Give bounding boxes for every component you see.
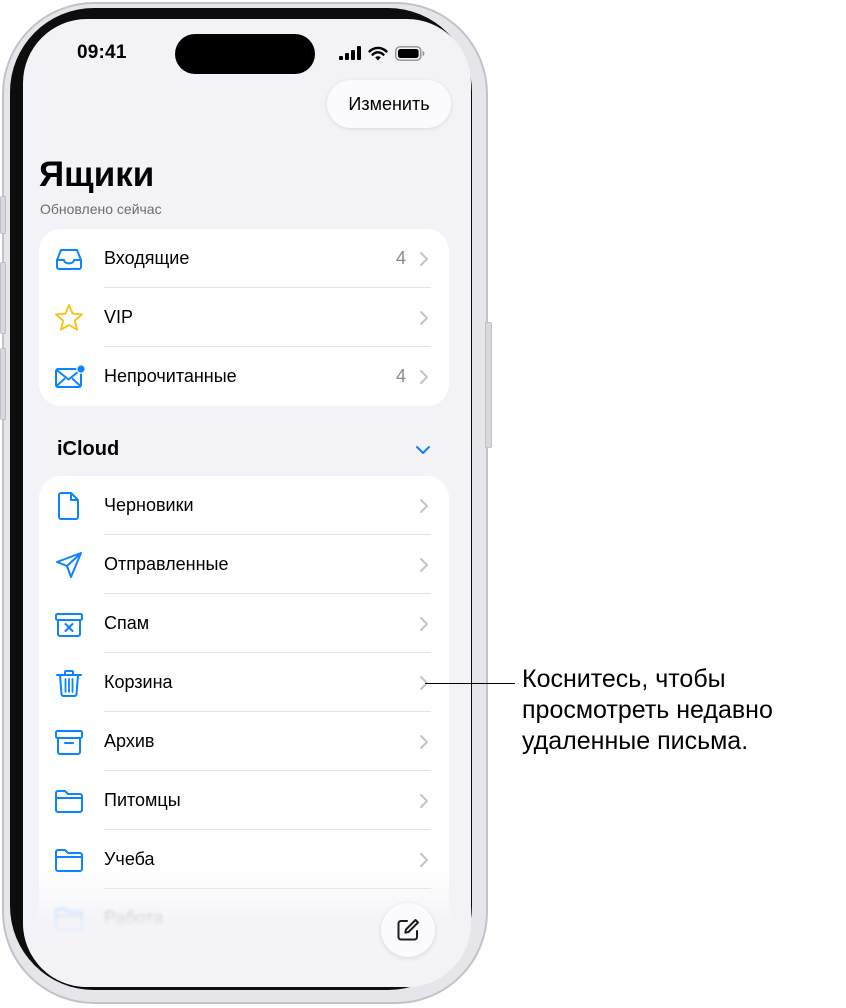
phone-screen: 09:41 Изменить Ящики Обновлено сейчас Вх… xyxy=(23,19,471,987)
side-power-button xyxy=(485,322,492,448)
mailbox-row-inbox[interactable]: Входящие 4 xyxy=(39,229,449,288)
archive-box-icon xyxy=(55,730,83,755)
mailbox-row-vip[interactable]: VIP xyxy=(39,288,449,347)
mailbox-label: Работа xyxy=(104,908,164,928)
callout-line: Коснитесь, чтобы xyxy=(522,665,726,693)
mailbox-row-pets[interactable]: Питомцы xyxy=(39,771,449,830)
trash-icon xyxy=(56,670,82,697)
page-title: Ящики xyxy=(39,155,155,194)
mailbox-row-sent[interactable]: Отправленные xyxy=(39,535,449,594)
chevron-right-icon xyxy=(420,252,428,266)
folder-icon xyxy=(55,790,83,813)
account-section-title[interactable]: iCloud xyxy=(57,438,119,461)
volume-up-button xyxy=(0,262,6,334)
compose-button[interactable] xyxy=(381,903,435,957)
cellular-signal-icon xyxy=(339,46,361,60)
callout-line: просмотреть недавно xyxy=(522,696,773,724)
unread-envelope-icon xyxy=(55,364,85,388)
chevron-right-icon xyxy=(420,499,428,513)
mailbox-label: Черновики xyxy=(104,495,194,515)
callout-line: удаленные письма. xyxy=(522,727,749,755)
chevron-right-icon xyxy=(420,735,428,749)
mailbox-label: Корзина xyxy=(104,672,173,692)
chevron-right-icon xyxy=(420,617,428,631)
mailbox-label: VIP xyxy=(104,307,134,327)
wifi-icon xyxy=(368,46,388,60)
mailbox-label: Питомцы xyxy=(104,790,181,810)
chevron-right-icon xyxy=(420,853,428,867)
inbox-tray-icon xyxy=(56,249,82,270)
status-time: 09:41 xyxy=(77,42,127,63)
compose-icon xyxy=(397,919,419,941)
dynamic-island xyxy=(175,34,315,74)
unread-count: 4 xyxy=(395,366,406,386)
mailbox-label: Входящие xyxy=(104,248,190,268)
folder-icon xyxy=(55,849,83,872)
mailbox-row-trash[interactable]: Корзина xyxy=(39,653,449,712)
mailbox-label: Архив xyxy=(104,731,155,751)
battery-icon xyxy=(395,45,425,61)
mailbox-row-study[interactable]: Учеба xyxy=(39,830,449,889)
chevron-right-icon xyxy=(420,311,428,325)
mailbox-label: Отправленные xyxy=(104,554,229,574)
mailbox-row-drafts[interactable]: Черновики xyxy=(39,476,449,535)
unread-count: 4 xyxy=(395,248,406,268)
folder-icon xyxy=(55,908,83,931)
update-status: Обновлено сейчас xyxy=(40,201,162,217)
smart-mailboxes-list: Входящие 4 VIP Непрочитанные 4 xyxy=(39,229,449,406)
chevron-right-icon xyxy=(420,558,428,572)
chevron-right-icon xyxy=(420,370,428,384)
chevron-down-icon[interactable] xyxy=(415,445,431,455)
mailbox-row-junk[interactable]: Спам xyxy=(39,594,449,653)
callout-leader-line xyxy=(425,683,515,684)
chevron-right-icon xyxy=(420,794,428,808)
mailbox-label: Учеба xyxy=(104,849,155,869)
paper-plane-icon xyxy=(56,552,82,578)
mailbox-label: Спам xyxy=(104,613,150,633)
status-icons xyxy=(339,45,425,61)
action-button xyxy=(0,196,6,234)
mailbox-label: Непрочитанные xyxy=(104,366,237,386)
mailbox-row-unread[interactable]: Непрочитанные 4 xyxy=(39,347,449,406)
mailbox-row-archive[interactable]: Архив xyxy=(39,712,449,771)
volume-down-button xyxy=(0,348,6,420)
junk-box-icon xyxy=(55,613,83,637)
document-icon xyxy=(58,492,79,520)
callout-annotation: Коснитесь, чтобы просмотреть недавно уда… xyxy=(522,664,842,757)
star-icon xyxy=(55,304,83,331)
edit-button[interactable]: Изменить xyxy=(327,80,451,128)
